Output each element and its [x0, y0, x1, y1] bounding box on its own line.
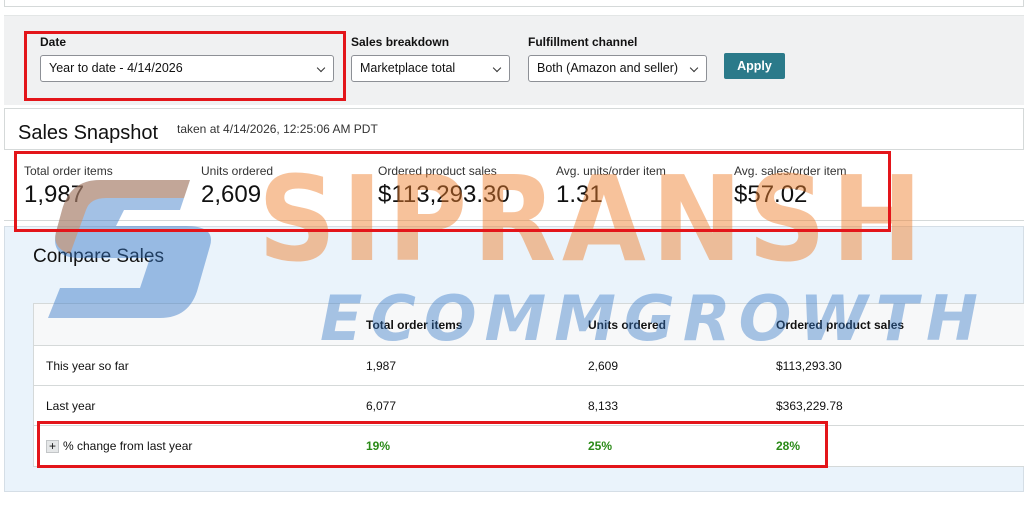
row-label: % change from last year	[63, 439, 193, 453]
metric-label: Total order items	[24, 164, 113, 178]
table-cell: 6,077	[366, 399, 397, 413]
apply-button[interactable]: Apply	[724, 53, 785, 79]
row-label: This year so far	[46, 359, 129, 373]
channel-label: Fulfillment channel	[528, 35, 638, 49]
chevron-down-icon	[689, 63, 699, 73]
table-row: Last year 6,077 8,133 $363,229.78	[34, 386, 1024, 426]
table-cell-positive: 28%	[776, 439, 801, 453]
breakdown-select-value: Marketplace total	[360, 61, 456, 75]
date-label: Date	[40, 35, 67, 49]
row-label-cell: + % change from last year	[46, 426, 192, 466]
metric-total-order-items: Total order items 1,987	[24, 164, 113, 209]
date-select[interactable]: Year to date - 4/14/2026	[40, 55, 334, 82]
snapshot-timestamp: taken at 4/14/2026, 12:25:06 AM PDT	[177, 122, 378, 136]
table-cell: $363,229.78	[776, 399, 843, 413]
metric-value: 1,987	[24, 181, 85, 208]
chevron-down-icon	[316, 63, 326, 73]
table-cell-positive: 25%	[588, 439, 613, 453]
expand-plus-icon[interactable]: +	[46, 440, 59, 454]
watermark-text-primary: SIPRANSH	[258, 150, 928, 288]
table-cell: 8,133	[588, 399, 619, 413]
top-frame	[4, 0, 1024, 7]
snapshot-title: Sales Snapshot	[18, 122, 159, 144]
table-row: + % change from last year 19% 25% 28%	[34, 426, 1024, 466]
watermark-text-secondary: ECOMMGROWTH	[320, 282, 986, 355]
chevron-down-icon	[492, 63, 502, 73]
date-select-value: Year to date - 4/14/2026	[49, 61, 183, 75]
channel-select-value: Both (Amazon and seller)	[537, 61, 679, 75]
breakdown-label: Sales breakdown	[351, 35, 450, 49]
breakdown-select[interactable]: Marketplace total	[351, 55, 510, 82]
table-cell-positive: 19%	[366, 439, 391, 453]
channel-select[interactable]: Both (Amazon and seller)	[528, 55, 707, 82]
compare-sales-title: Compare Sales	[33, 246, 164, 267]
row-label: Last year	[46, 399, 96, 413]
